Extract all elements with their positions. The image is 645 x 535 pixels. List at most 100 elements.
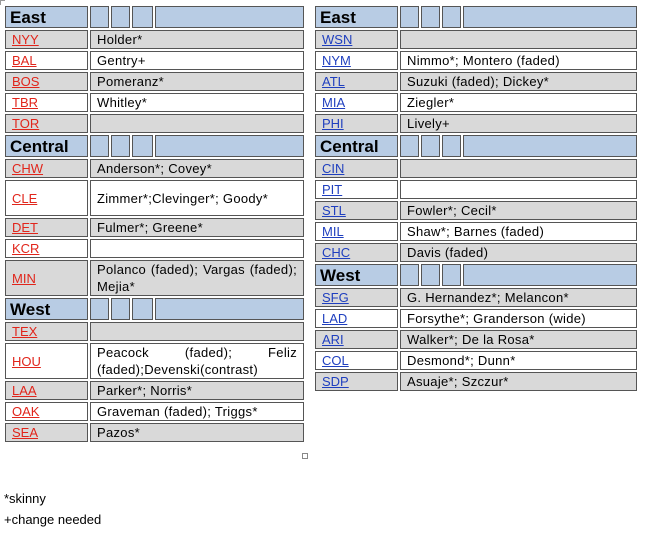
team-link[interactable]: NYY [12,32,39,47]
team-row: PHI Lively+ [315,114,637,133]
table-resize-handle[interactable] [302,453,308,459]
note-skinny: *skinny [4,491,46,506]
players-cell [90,239,304,258]
team-link[interactable]: NYM [322,53,351,68]
team-link[interactable]: STL [322,203,346,218]
header-cell [132,6,153,28]
team-cell: CHC [315,243,398,262]
players-cell: Nimmo*; Montero (faded) [400,51,637,70]
header-cell [463,135,637,157]
team-link[interactable]: SFG [322,290,349,305]
team-link[interactable]: CIN [322,161,344,176]
header-cell [155,6,304,28]
players-cell: Pazos* [90,423,304,442]
team-row: KCR [5,239,304,258]
team-row: OAK Graveman (faded); Triggs* [5,402,304,421]
header-cell [90,135,109,157]
division-title: East [315,6,398,28]
division-title: East [5,6,88,28]
team-cell: COL [315,351,398,370]
players-cell: Graveman (faded); Triggs* [90,402,304,421]
team-link[interactable]: CHW [12,161,43,176]
team-row: TOR [5,114,304,133]
team-link[interactable]: BOS [12,74,39,89]
header-cell [111,6,130,28]
nl-table: East WSN NYM Nimmo*; Montero (faded) ATL… [313,4,639,393]
team-link[interactable]: MIA [322,95,345,110]
team-link[interactable]: DET [12,220,38,235]
team-link[interactable]: CHC [322,245,350,260]
players-cell: Pomeranz* [90,72,304,91]
team-link[interactable]: ARI [322,332,344,347]
team-link[interactable]: MIL [322,224,344,239]
team-cell: LAD [315,309,398,328]
team-cell: CHW [5,159,88,178]
team-link[interactable]: BAL [12,53,37,68]
team-link[interactable]: OAK [12,404,39,419]
al-east-section: East NYY Holder* BAL Gentry+ BOS Pomeran… [5,6,304,133]
team-link[interactable]: SDP [322,374,349,389]
team-row: LAA Parker*; Norris* [5,381,304,400]
header-cell [90,6,109,28]
note-change-needed: +change needed [4,512,102,527]
team-link[interactable]: TBR [12,95,38,110]
header-cell [442,6,461,28]
team-link[interactable]: TEX [12,324,37,339]
team-link[interactable]: HOU [12,354,41,369]
team-cell: MIN [5,260,88,296]
header-cell [111,298,130,320]
team-link[interactable]: MIN [12,271,36,286]
team-row: STL Fowler*; Cecil* [315,201,637,220]
team-link[interactable]: PIT [322,182,342,197]
team-cell: TEX [5,322,88,341]
players-cell: G. Hernandez*; Melancon* [400,288,637,307]
players-cell [400,159,637,178]
team-cell: ARI [315,330,398,349]
team-row: ARI Walker*; De la Rosa* [315,330,637,349]
header-cell [132,298,153,320]
team-row: CIN [315,159,637,178]
team-link[interactable]: WSN [322,32,352,47]
header-cell [400,135,419,157]
team-cell: SFG [315,288,398,307]
header-cell [421,6,440,28]
team-cell: CLE [5,180,88,216]
team-link[interactable]: LAD [322,311,347,326]
players-cell [90,114,304,133]
team-cell: HOU [5,343,88,379]
team-link[interactable]: SEA [12,425,38,440]
division-header: East [315,6,637,28]
team-row: HOU Peacock (faded); Feliz (faded);Deven… [5,343,304,379]
header-cell [421,135,440,157]
players-cell: Fowler*; Cecil* [400,201,637,220]
team-link[interactable]: PHI [322,116,344,131]
team-cell: SDP [315,372,398,391]
header-cell [400,264,419,286]
nl-east-section: East WSN NYM Nimmo*; Montero (faded) ATL… [315,6,637,133]
legend-notes: *skinny +change needed [4,488,101,530]
team-link[interactable]: LAA [12,383,37,398]
players-cell: Polanco (faded); Vargas (faded); Mejia* [90,260,304,296]
team-link[interactable]: ATL [322,74,345,89]
division-title: Central [5,135,88,157]
team-cell: LAA [5,381,88,400]
team-link[interactable]: COL [322,353,349,368]
players-cell [400,30,637,49]
team-cell: ATL [315,72,398,91]
team-link[interactable]: CLE [12,191,37,206]
team-cell: WSN [315,30,398,49]
team-row: NYY Holder* [5,30,304,49]
team-cell: BAL [5,51,88,70]
team-link[interactable]: TOR [12,116,39,131]
players-cell [400,180,637,199]
header-cell [463,264,637,286]
team-cell: STL [315,201,398,220]
division-header: West [315,264,637,286]
team-link[interactable]: KCR [12,241,39,256]
team-row: SDP Asuaje*; Szczur* [315,372,637,391]
team-row: SEA Pazos* [5,423,304,442]
players-cell: Gentry+ [90,51,304,70]
division-header: West [5,298,304,320]
team-cell: NYM [315,51,398,70]
header-cell [90,298,109,320]
